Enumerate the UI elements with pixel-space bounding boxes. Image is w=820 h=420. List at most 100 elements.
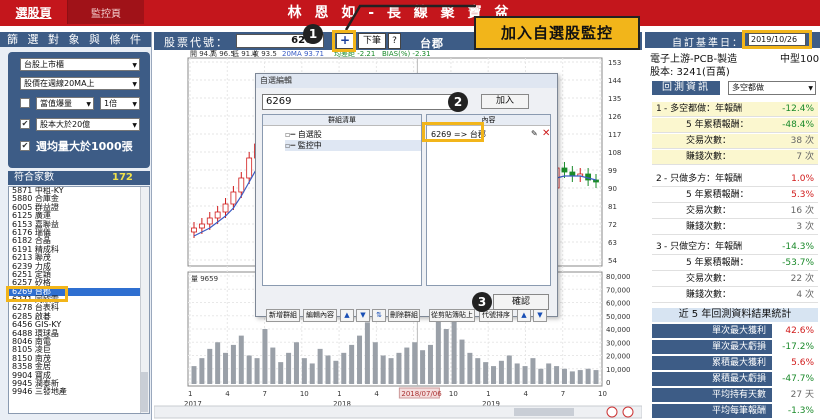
group-list: 群組清單 ▫━ 自選股 ▫━ 監控中 新增群組 編輯內容 ▲ ▼ ⇅ 刪除群組 bbox=[262, 114, 422, 322]
dialog-ok-button[interactable]: 確認 bbox=[493, 294, 549, 310]
filter-select[interactable]: 股價在週線20MA上 bbox=[20, 77, 140, 90]
group-item-monitoring[interactable]: ▫━ 監控中 bbox=[285, 140, 421, 151]
section-title: - 多空都做：年報酬 bbox=[664, 104, 743, 114]
volume-bar bbox=[506, 355, 512, 384]
price-tick-label: 72 bbox=[608, 221, 617, 229]
summary-label: 平均每筆報酬 bbox=[652, 404, 772, 418]
backtest-mode-select[interactable]: 多空都做 bbox=[728, 81, 816, 95]
chart-legend-item: 20MA 93.71 bbox=[282, 50, 324, 58]
price-tick-label: 144 bbox=[608, 77, 622, 85]
cond3-checkbox[interactable]: ✔ bbox=[20, 141, 30, 151]
cond1-checkbox[interactable] bbox=[20, 98, 30, 108]
backtest-stat-row: 5 年累積報酬： 5.3% bbox=[652, 188, 818, 203]
annotation-highlight-date bbox=[742, 30, 812, 49]
price-tick-label: 153 bbox=[608, 59, 621, 67]
dialog-add-button[interactable]: 加入 bbox=[481, 94, 529, 109]
stat-value: 3 次 bbox=[796, 222, 814, 232]
stock-list-item[interactable]: 9946 三發地產 bbox=[9, 387, 149, 396]
stat-value: 4 次 bbox=[796, 290, 814, 300]
backtest-stat-row: 交易次數： 16 次 bbox=[652, 204, 818, 219]
move-down-icon[interactable]: ▼ bbox=[533, 309, 547, 322]
volume-tick-label: 70,000 bbox=[606, 286, 631, 294]
backtest-stat-row: 賺錢次數： 3 次 bbox=[652, 220, 818, 235]
backtest-stat-row: 交易次數： 38 次 bbox=[652, 134, 818, 149]
summary-row: 累積最大獲利 5.6% bbox=[652, 356, 818, 371]
volume-tick-label: 80,000 bbox=[606, 273, 631, 281]
group-item-label: 自選股 bbox=[297, 130, 322, 139]
stat-value: 16 次 bbox=[790, 206, 814, 216]
volume-bar bbox=[459, 339, 465, 384]
price-tick-label: 54 bbox=[608, 257, 617, 265]
tab-stock-picker[interactable]: 選股頁 bbox=[0, 0, 68, 24]
volume-bar bbox=[317, 348, 323, 384]
summary-label: 累積最大獲利 bbox=[652, 356, 772, 370]
month-tick-label: 10 bbox=[598, 390, 607, 398]
stat-label: 交易次數： bbox=[686, 274, 732, 284]
volume-bar bbox=[364, 322, 370, 384]
volume-bar bbox=[199, 358, 205, 384]
backtest-stat-row: 交易次數： 22 次 bbox=[652, 272, 818, 287]
next-stock-button[interactable]: 下筆 bbox=[358, 33, 386, 49]
candle-body bbox=[222, 203, 229, 213]
candle-body bbox=[191, 227, 197, 233]
move-down-icon[interactable]: ▼ bbox=[356, 309, 370, 322]
delete-group-button[interactable]: 刪除群組 bbox=[388, 309, 420, 322]
volume-label: 量 9659 bbox=[191, 275, 218, 283]
delete-icon[interactable]: ✕ bbox=[542, 128, 550, 139]
section-number: 3 bbox=[656, 242, 662, 252]
price-tick-label: 117 bbox=[608, 131, 621, 139]
dialog-code-input[interactable]: 6269 bbox=[262, 94, 464, 110]
candle-body bbox=[593, 179, 599, 183]
edit-icon[interactable]: ✎ bbox=[531, 129, 538, 138]
capital-text: 股本: 3241(百萬) bbox=[650, 67, 730, 78]
new-group-button[interactable]: 新增群組 bbox=[266, 309, 300, 322]
volume-bar bbox=[254, 358, 260, 384]
volume-tick-label: 20,000 bbox=[606, 353, 631, 361]
help-button[interactable]: ? bbox=[388, 33, 401, 49]
summary-value: 5.6% bbox=[791, 358, 814, 368]
month-tick-label: 1 bbox=[188, 390, 192, 398]
volume-bar bbox=[530, 358, 536, 384]
sort-icon[interactable]: ⇅ bbox=[372, 309, 386, 322]
dialog-title: 自選編輯 bbox=[256, 74, 557, 88]
tab-monitor[interactable]: 監控頁 bbox=[68, 0, 144, 24]
cond3-label: 週均量大於1000張 bbox=[36, 140, 133, 153]
volume-bar bbox=[585, 368, 591, 384]
step2-marker: 2 bbox=[448, 92, 468, 112]
candle-body bbox=[561, 167, 568, 173]
paste-clipboard-button[interactable]: 從剪貼簿貼上 bbox=[429, 309, 475, 322]
match-count-value: 172 bbox=[112, 172, 133, 183]
summary-label: 平均持有天數 bbox=[652, 388, 772, 402]
match-count-label: 符合家數 bbox=[14, 172, 54, 183]
edit-content-button[interactable]: 編輯內容 bbox=[303, 309, 337, 322]
chart-legend-item: BIAS(%) -2.31 bbox=[382, 50, 431, 58]
stat-value: -48.4% bbox=[782, 120, 814, 130]
stat-value: 7 次 bbox=[796, 152, 814, 162]
summary-label: 累積最大虧損 bbox=[652, 372, 772, 386]
group-item-watchlist[interactable]: ▫━ 自選股 bbox=[285, 129, 322, 140]
cond2-type-select[interactable]: 股本大於20億 bbox=[36, 118, 140, 131]
cond2-checkbox[interactable]: ✔ bbox=[20, 119, 30, 129]
price-tick-label: 81 bbox=[608, 203, 617, 211]
volume-bar bbox=[435, 313, 441, 384]
chart-legend-item: 收 93.5 bbox=[252, 50, 277, 58]
stat-value: -14.3% bbox=[782, 242, 814, 252]
volume-bar bbox=[427, 344, 433, 384]
move-up-icon[interactable]: ▲ bbox=[340, 309, 354, 322]
summary-row: 平均持有天數 27 天 bbox=[652, 388, 818, 403]
cond1-type-select[interactable]: 當值爆量 bbox=[36, 97, 94, 110]
move-up-icon[interactable]: ▲ bbox=[517, 309, 531, 322]
section-number: 2 bbox=[656, 174, 662, 184]
stat-value: -53.7% bbox=[782, 258, 814, 268]
backtest-stat-row: 賺錢次數： 7 次 bbox=[652, 150, 818, 165]
cond1-mult-select[interactable]: 1倍 bbox=[100, 97, 140, 110]
month-tick-label: 7 bbox=[561, 390, 565, 398]
filter-panel-header: 篩 選 對 象 與 條 件 bbox=[0, 32, 151, 47]
market-select[interactable]: 台股上市櫃 bbox=[20, 58, 140, 71]
volume-bar bbox=[522, 366, 528, 384]
summary-value: -1.3% bbox=[787, 406, 814, 416]
summary-value: 42.6% bbox=[785, 326, 814, 336]
category-text: 中型100 bbox=[780, 54, 820, 65]
stock-list-scroll-thumb[interactable] bbox=[141, 372, 148, 412]
stat-value: 38 次 bbox=[790, 136, 814, 146]
